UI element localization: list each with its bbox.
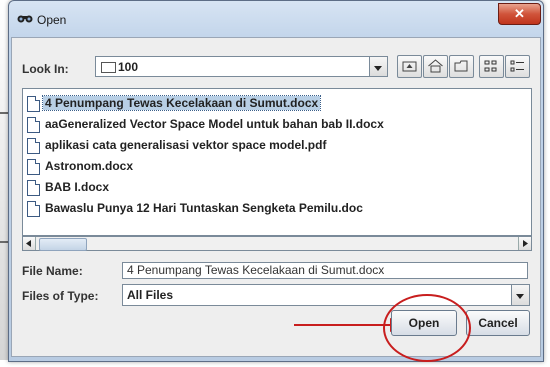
look-in-label: Look In:	[22, 62, 69, 76]
look-in-combobox[interactable]: 100	[95, 56, 388, 77]
cancel-button[interactable]: Cancel	[466, 310, 530, 336]
file-item[interactable]: Bawaslu Punya 12 Hari Tuntaskan Sengketa…	[27, 200, 467, 218]
new-folder-button[interactable]	[449, 55, 474, 78]
home-icon	[428, 59, 443, 73]
document-icon	[27, 96, 40, 112]
home-button[interactable]	[423, 55, 448, 78]
chevron-down-icon[interactable]	[369, 57, 387, 76]
file-name: aaGeneralized Vector Space Model untuk b…	[45, 117, 384, 131]
scroll-right-button[interactable]	[518, 237, 531, 250]
title-bar[interactable]: Open ✕	[9, 1, 543, 35]
list-view-button[interactable]	[479, 55, 504, 78]
document-icon	[27, 117, 40, 133]
details-view-icon	[510, 60, 524, 72]
chevron-right-icon	[523, 240, 528, 247]
file-name: 4 Penumpang Tewas Kecelakaan di Sumut.do…	[41, 95, 322, 111]
file-name: Astronom.docx	[45, 159, 134, 173]
chevron-down-icon[interactable]	[511, 285, 529, 305]
up-one-level-button[interactable]	[397, 55, 422, 78]
annotation-highlight-circle	[383, 294, 471, 362]
document-icon	[27, 201, 40, 217]
dialog-content: Look In: 100 4 Penumpang Tewas Kecelakaa…	[11, 37, 541, 362]
close-button[interactable]: ✕	[498, 3, 541, 25]
file-item[interactable]: BAB I.docx	[27, 179, 227, 197]
scroll-left-button[interactable]	[23, 237, 36, 250]
file-name: aplikasi cata generalisasi vektor space …	[45, 138, 327, 152]
document-icon	[27, 159, 40, 175]
file-list[interactable]: 4 Penumpang Tewas Kecelakaan di Sumut.do…	[22, 88, 532, 236]
list-view-icon	[484, 60, 497, 72]
close-icon: ✕	[514, 6, 525, 21]
file-item[interactable]: 4 Penumpang Tewas Kecelakaan di Sumut.do…	[27, 95, 387, 113]
window-title: Open	[37, 13, 67, 27]
open-dialog: Open ✕ Look In: 100 4 Penumpang Tewas Ke…	[8, 0, 544, 362]
new-folder-icon	[454, 60, 468, 72]
file-item[interactable]: Astronom.docx	[27, 158, 227, 176]
document-icon	[27, 138, 40, 154]
details-view-button[interactable]	[505, 55, 530, 78]
annotation-arrow-shaft	[294, 324, 394, 326]
horizontal-scrollbar[interactable]	[22, 236, 532, 251]
folder-icon	[101, 62, 116, 73]
look-in-value: 100	[118, 60, 139, 74]
file-name-label: File Name:	[22, 264, 83, 278]
document-icon	[27, 180, 40, 196]
file-name: Bawaslu Punya 12 Hari Tuntaskan Sengketa…	[45, 201, 363, 215]
files-of-type-value: All Files	[127, 288, 174, 302]
files-of-type-label: Files of Type:	[22, 289, 99, 303]
files-of-type-select[interactable]: All Files	[122, 284, 530, 306]
chevron-left-icon	[26, 240, 31, 247]
file-item[interactable]: aplikasi cata generalisasi vektor space …	[27, 137, 427, 155]
up-one-level-icon	[402, 61, 417, 72]
file-item[interactable]: aaGeneralized Vector Space Model untuk b…	[27, 116, 467, 134]
file-name: BAB I.docx	[45, 180, 110, 194]
file-name-input[interactable]: 4 Penumpang Tewas Kecelakaan di Sumut.do…	[122, 262, 528, 279]
app-icon	[17, 15, 33, 23]
scrollbar-thumb[interactable]	[39, 238, 87, 251]
